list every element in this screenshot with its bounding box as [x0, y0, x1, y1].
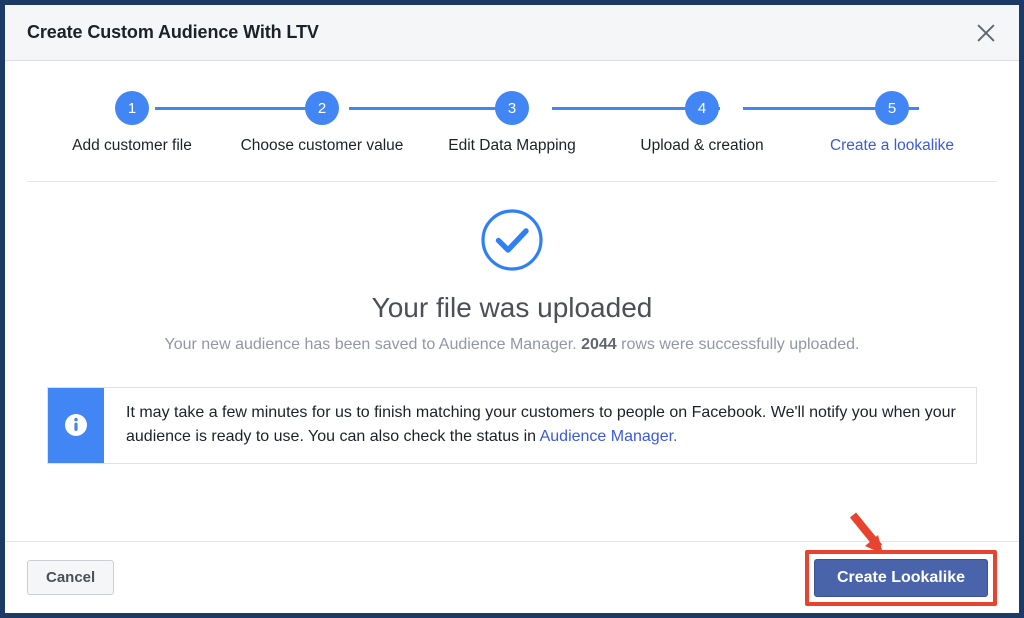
- audience-manager-link[interactable]: Audience Manager.: [540, 428, 678, 445]
- success-subtitle: Your new audience has been saved to Audi…: [5, 336, 1019, 354]
- step-item-4[interactable]: 4 Upload & creation: [607, 91, 797, 155]
- step-number-badge: 1: [115, 91, 149, 125]
- dialog-header: Create Custom Audience With LTV: [5, 5, 1019, 61]
- upload-success-panel: Your file was uploaded Your new audience…: [5, 182, 1019, 354]
- info-banner: It may take a few minutes for us to fini…: [47, 387, 977, 464]
- step-item-1[interactable]: 1 Add customer file: [37, 91, 227, 155]
- step-item-5[interactable]: 5 Create a lookalike: [797, 91, 987, 155]
- info-banner-text: It may take a few minutes for us to fini…: [104, 388, 976, 463]
- step-item-2[interactable]: 2 Choose customer value: [227, 91, 417, 155]
- step-item-3[interactable]: 3 Edit Data Mapping: [417, 91, 607, 155]
- success-subtitle-before: Your new audience has been saved to Audi…: [164, 336, 582, 353]
- success-subtitle-after: rows were successfully uploaded.: [616, 336, 860, 353]
- step-label: Upload & creation: [640, 137, 764, 154]
- info-icon: [48, 388, 104, 463]
- page-title: Create Custom Audience With LTV: [27, 22, 319, 42]
- dialog-body: 1 Add customer file 2 Choose customer va…: [5, 61, 1019, 541]
- check-circle-icon: [480, 208, 544, 272]
- step-number-badge: 5: [875, 91, 909, 125]
- uploaded-rows-count: 2044: [581, 336, 617, 353]
- success-title: Your file was uploaded: [371, 292, 653, 323]
- create-lookalike-button[interactable]: Create Lookalike: [813, 558, 988, 597]
- dialog-footer: Cancel Create Lookalike: [5, 511, 1019, 613]
- step-label: Create a lookalike: [829, 137, 955, 154]
- cancel-button[interactable]: Cancel: [27, 560, 115, 595]
- primary-action-highlight: Create Lookalike: [804, 511, 997, 606]
- create-custom-audience-dialog: Create Custom Audience With LTV 1 Add cu…: [5, 5, 1019, 613]
- step-label: Edit Data Mapping: [448, 137, 576, 154]
- stepper: 1 Add customer file 2 Choose customer va…: [5, 61, 1019, 155]
- step-label: Choose customer value: [240, 137, 404, 154]
- close-icon[interactable]: [971, 18, 1001, 48]
- step-number-badge: 4: [685, 91, 719, 125]
- step-label: Add customer file: [72, 137, 192, 154]
- step-number-badge: 2: [305, 91, 339, 125]
- screenshot-frame: Create Custom Audience With LTV 1 Add cu…: [0, 0, 1024, 618]
- step-number-badge: 3: [495, 91, 529, 125]
